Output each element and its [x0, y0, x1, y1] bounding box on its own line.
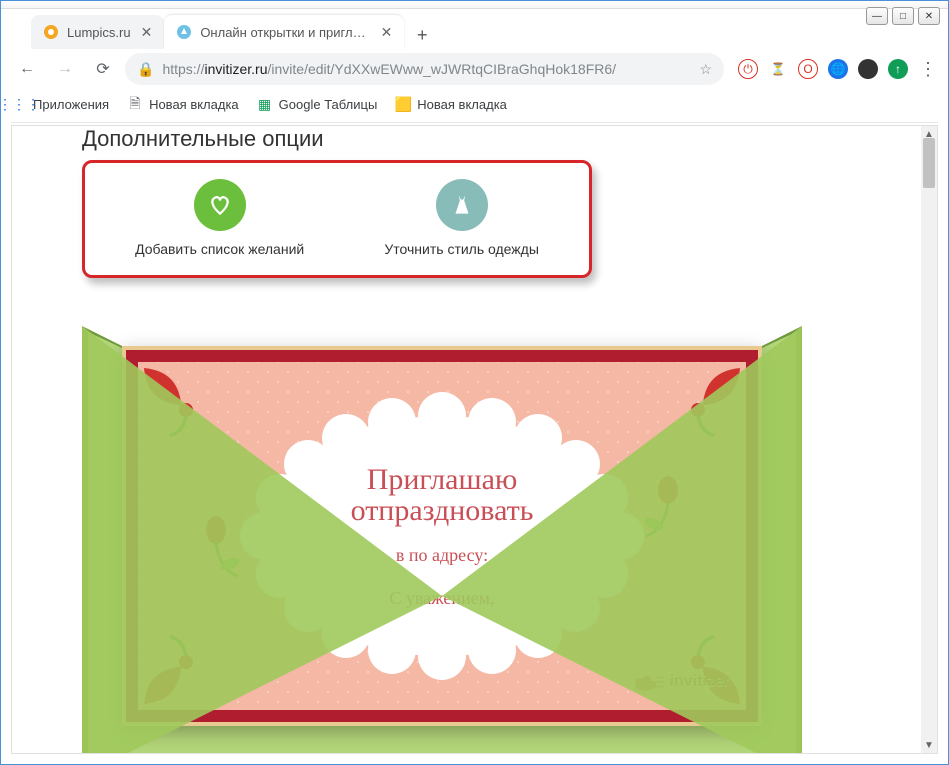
window-maximize-button[interactable]: □ — [892, 7, 914, 25]
specify-dresscode-option[interactable]: Уточнить стиль одежды — [384, 179, 539, 257]
bookmark-new-tab-2[interactable]: 🟨 Новая вкладка — [395, 97, 507, 113]
extension-opera-icon[interactable]: O — [798, 59, 818, 79]
page-icon: 🗎 — [127, 97, 143, 113]
browser-toolbar: ← → ⟳ 🔒 https://invitizer.ru/invite/edit… — [11, 49, 938, 89]
section-title: Дополнительные опции — [82, 126, 920, 152]
forward-button[interactable]: → — [49, 53, 81, 85]
tab-lumpics[interactable]: Lumpics.ru ✕ — [31, 15, 164, 49]
favicon-lumpics — [43, 24, 59, 40]
scroll-down-icon[interactable]: ▼ — [921, 737, 937, 753]
bookmark-label: Новая вкладка — [149, 97, 239, 112]
dress-icon — [436, 179, 488, 231]
bookmark-label: Новая вкладка — [417, 97, 507, 112]
bookmarks-bar: ⋮⋮⋮ Приложения 🗎 Новая вкладка ▦ Google … — [11, 91, 938, 123]
scrollbar-thumb[interactable] — [923, 138, 935, 188]
extension-icon[interactable]: ⏻ — [738, 59, 758, 79]
url-protocol: https:// — [162, 61, 204, 77]
page-viewport: ▲ ▼ Дополнительные опции Добавить список… — [11, 125, 938, 754]
tab-invitizer[interactable]: Онлайн открытки и приглашен ✕ — [164, 15, 404, 49]
vertical-scrollbar[interactable]: ▲ ▼ — [921, 126, 937, 753]
new-tab-button[interactable]: + — [408, 21, 436, 49]
window-titlebar — [1, 1, 948, 9]
window-close-button[interactable]: ✕ — [918, 7, 940, 25]
add-wishlist-option[interactable]: Добавить список желаний — [135, 179, 304, 257]
extension-globe-icon[interactable]: 🌐 — [828, 59, 848, 79]
bookmark-apps[interactable]: ⋮⋮⋮ Приложения — [11, 97, 109, 113]
heart-icon — [194, 179, 246, 231]
bookmark-google-sheets[interactable]: ▦ Google Таблицы — [257, 97, 378, 113]
tab-title: Онлайн открытки и приглашен — [200, 25, 370, 40]
page-icon: 🟨 — [395, 97, 411, 113]
url-path: /invite/edit/YdXXwEWww_wJWRtqCIBraGhqHok… — [268, 61, 617, 77]
lock-icon: 🔒 — [137, 61, 154, 78]
option-label: Уточнить стиль одежды — [384, 241, 539, 257]
window-minimize-button[interactable]: — — [866, 7, 888, 25]
bookmark-label: Google Таблицы — [279, 97, 378, 112]
tab-close-icon[interactable]: ✕ — [141, 24, 153, 41]
url-host: invitizer.ru — [204, 61, 267, 77]
tab-close-icon[interactable]: ✕ — [381, 24, 393, 41]
envelope-preview: Приглашаю отпраздновать в по адресу: С у… — [82, 306, 802, 753]
apps-icon: ⋮⋮⋮ — [11, 97, 27, 113]
address-bar[interactable]: 🔒 https://invitizer.ru/invite/edit/YdXXw… — [125, 53, 724, 85]
sheets-icon: ▦ — [257, 97, 273, 113]
favicon-invitizer — [176, 24, 192, 40]
bookmark-star-icon[interactable]: ☆ — [699, 61, 712, 78]
bookmark-label: Приложения — [33, 97, 109, 112]
back-button[interactable]: ← — [11, 53, 43, 85]
extension-icon[interactable]: ↑ — [888, 59, 908, 79]
tabstrip: Lumpics.ru ✕ Онлайн открытки и приглашен… — [31, 13, 828, 49]
extension-icon[interactable]: ⏳ — [768, 59, 788, 79]
reload-button[interactable]: ⟳ — [87, 53, 119, 85]
menu-icon[interactable]: ⋮ — [918, 59, 938, 79]
bookmark-new-tab-1[interactable]: 🗎 Новая вкладка — [127, 97, 239, 113]
tab-title: Lumpics.ru — [67, 25, 131, 40]
option-label: Добавить список желаний — [135, 241, 304, 257]
profile-avatar[interactable] — [858, 59, 878, 79]
additional-options-panel: Добавить список желаний Уточнить стиль о… — [82, 160, 592, 278]
